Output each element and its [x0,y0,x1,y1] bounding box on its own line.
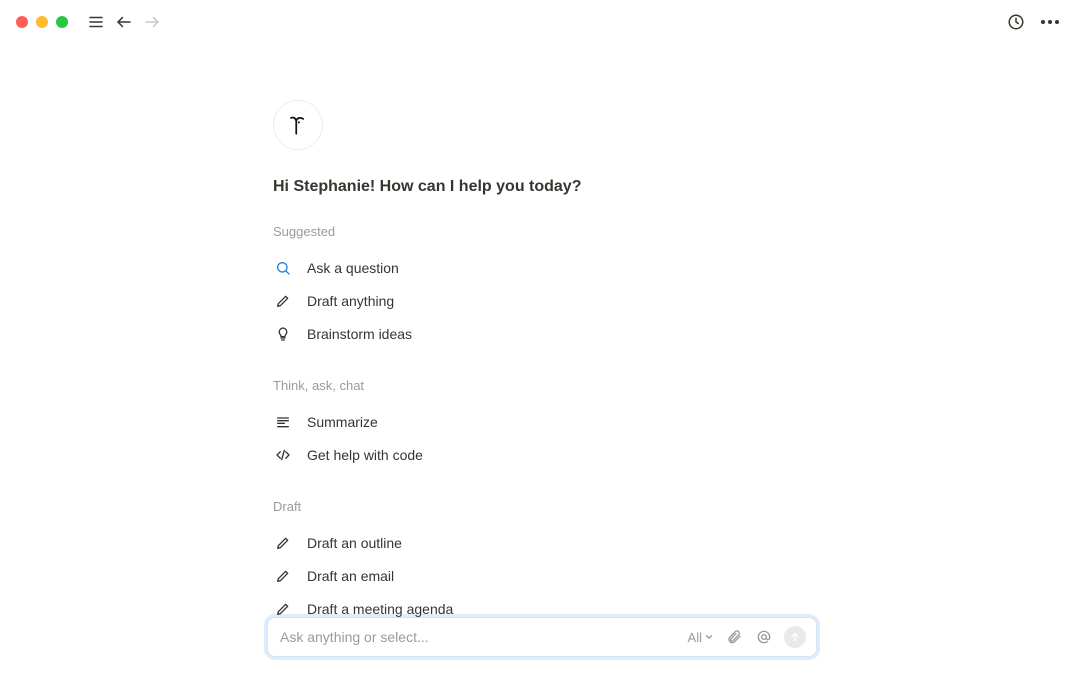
action-draft-outline[interactable]: Draft an outline [273,526,453,559]
action-list-draft: Draft an outline Draft an email Draft a … [273,526,453,625]
arrow-up-icon [789,631,801,643]
action-list-suggested: Ask a question Draft anything Brainstorm… [273,251,412,350]
action-label: Draft anything [307,293,394,309]
composer-input[interactable] [280,629,688,645]
at-icon [756,629,772,645]
action-label: Draft an outline [307,535,402,551]
scope-selector[interactable]: All [688,630,714,645]
summarize-icon [273,414,293,430]
code-icon [273,447,293,463]
nav-forward-button [138,8,166,36]
pencil-icon [273,535,293,551]
section-label-think: Think, ask, chat [273,378,364,393]
search-icon [273,260,293,276]
window-zoom-button[interactable] [56,16,68,28]
action-code-help[interactable]: Get help with code [273,438,423,471]
action-ask-question[interactable]: Ask a question [273,251,412,284]
assistant-avatar [273,100,323,150]
action-label: Brainstorm ideas [307,326,412,342]
window-traffic-lights [16,16,68,28]
mention-button[interactable] [754,627,774,647]
more-button[interactable] [1036,8,1064,36]
composer-bar: All [267,617,817,657]
chevron-down-icon [704,632,714,642]
arrow-right-icon [143,13,161,31]
main-content: Hi Stephanie! How can I help you today? … [0,100,1080,675]
attach-button[interactable] [724,627,744,647]
action-list-think: Summarize Get help with code [273,405,423,471]
section-label-draft: Draft [273,499,301,514]
history-button[interactable] [1002,8,1030,36]
action-draft-email[interactable]: Draft an email [273,559,453,592]
arrow-left-icon [115,13,133,31]
paperclip-icon [726,629,742,645]
section-label-suggested: Suggested [273,224,335,239]
bulb-icon [273,326,293,342]
nav-back-button[interactable] [110,8,138,36]
send-button[interactable] [784,626,806,648]
scope-label: All [688,630,702,645]
action-label: Draft a meeting agenda [307,601,453,617]
topbar [0,0,1080,44]
action-label: Ask a question [307,260,399,276]
action-label: Summarize [307,414,378,430]
composer: All [267,617,817,657]
assistant-logo-icon [284,111,312,139]
pencil-icon [273,293,293,309]
window-close-button[interactable] [16,16,28,28]
sidebar-toggle-button[interactable] [82,8,110,36]
pencil-icon [273,601,293,617]
composer-controls: All [688,626,806,648]
clock-icon [1007,13,1025,31]
greeting-text: Hi Stephanie! How can I help you today? [273,178,581,196]
action-label: Draft an email [307,568,394,584]
menu-icon [87,13,105,31]
action-draft-anything[interactable]: Draft anything [273,284,412,317]
action-brainstorm[interactable]: Brainstorm ideas [273,317,412,350]
window-minimize-button[interactable] [36,16,48,28]
action-summarize[interactable]: Summarize [273,405,423,438]
pencil-icon [273,568,293,584]
more-icon [1041,20,1059,24]
action-label: Get help with code [307,447,423,463]
